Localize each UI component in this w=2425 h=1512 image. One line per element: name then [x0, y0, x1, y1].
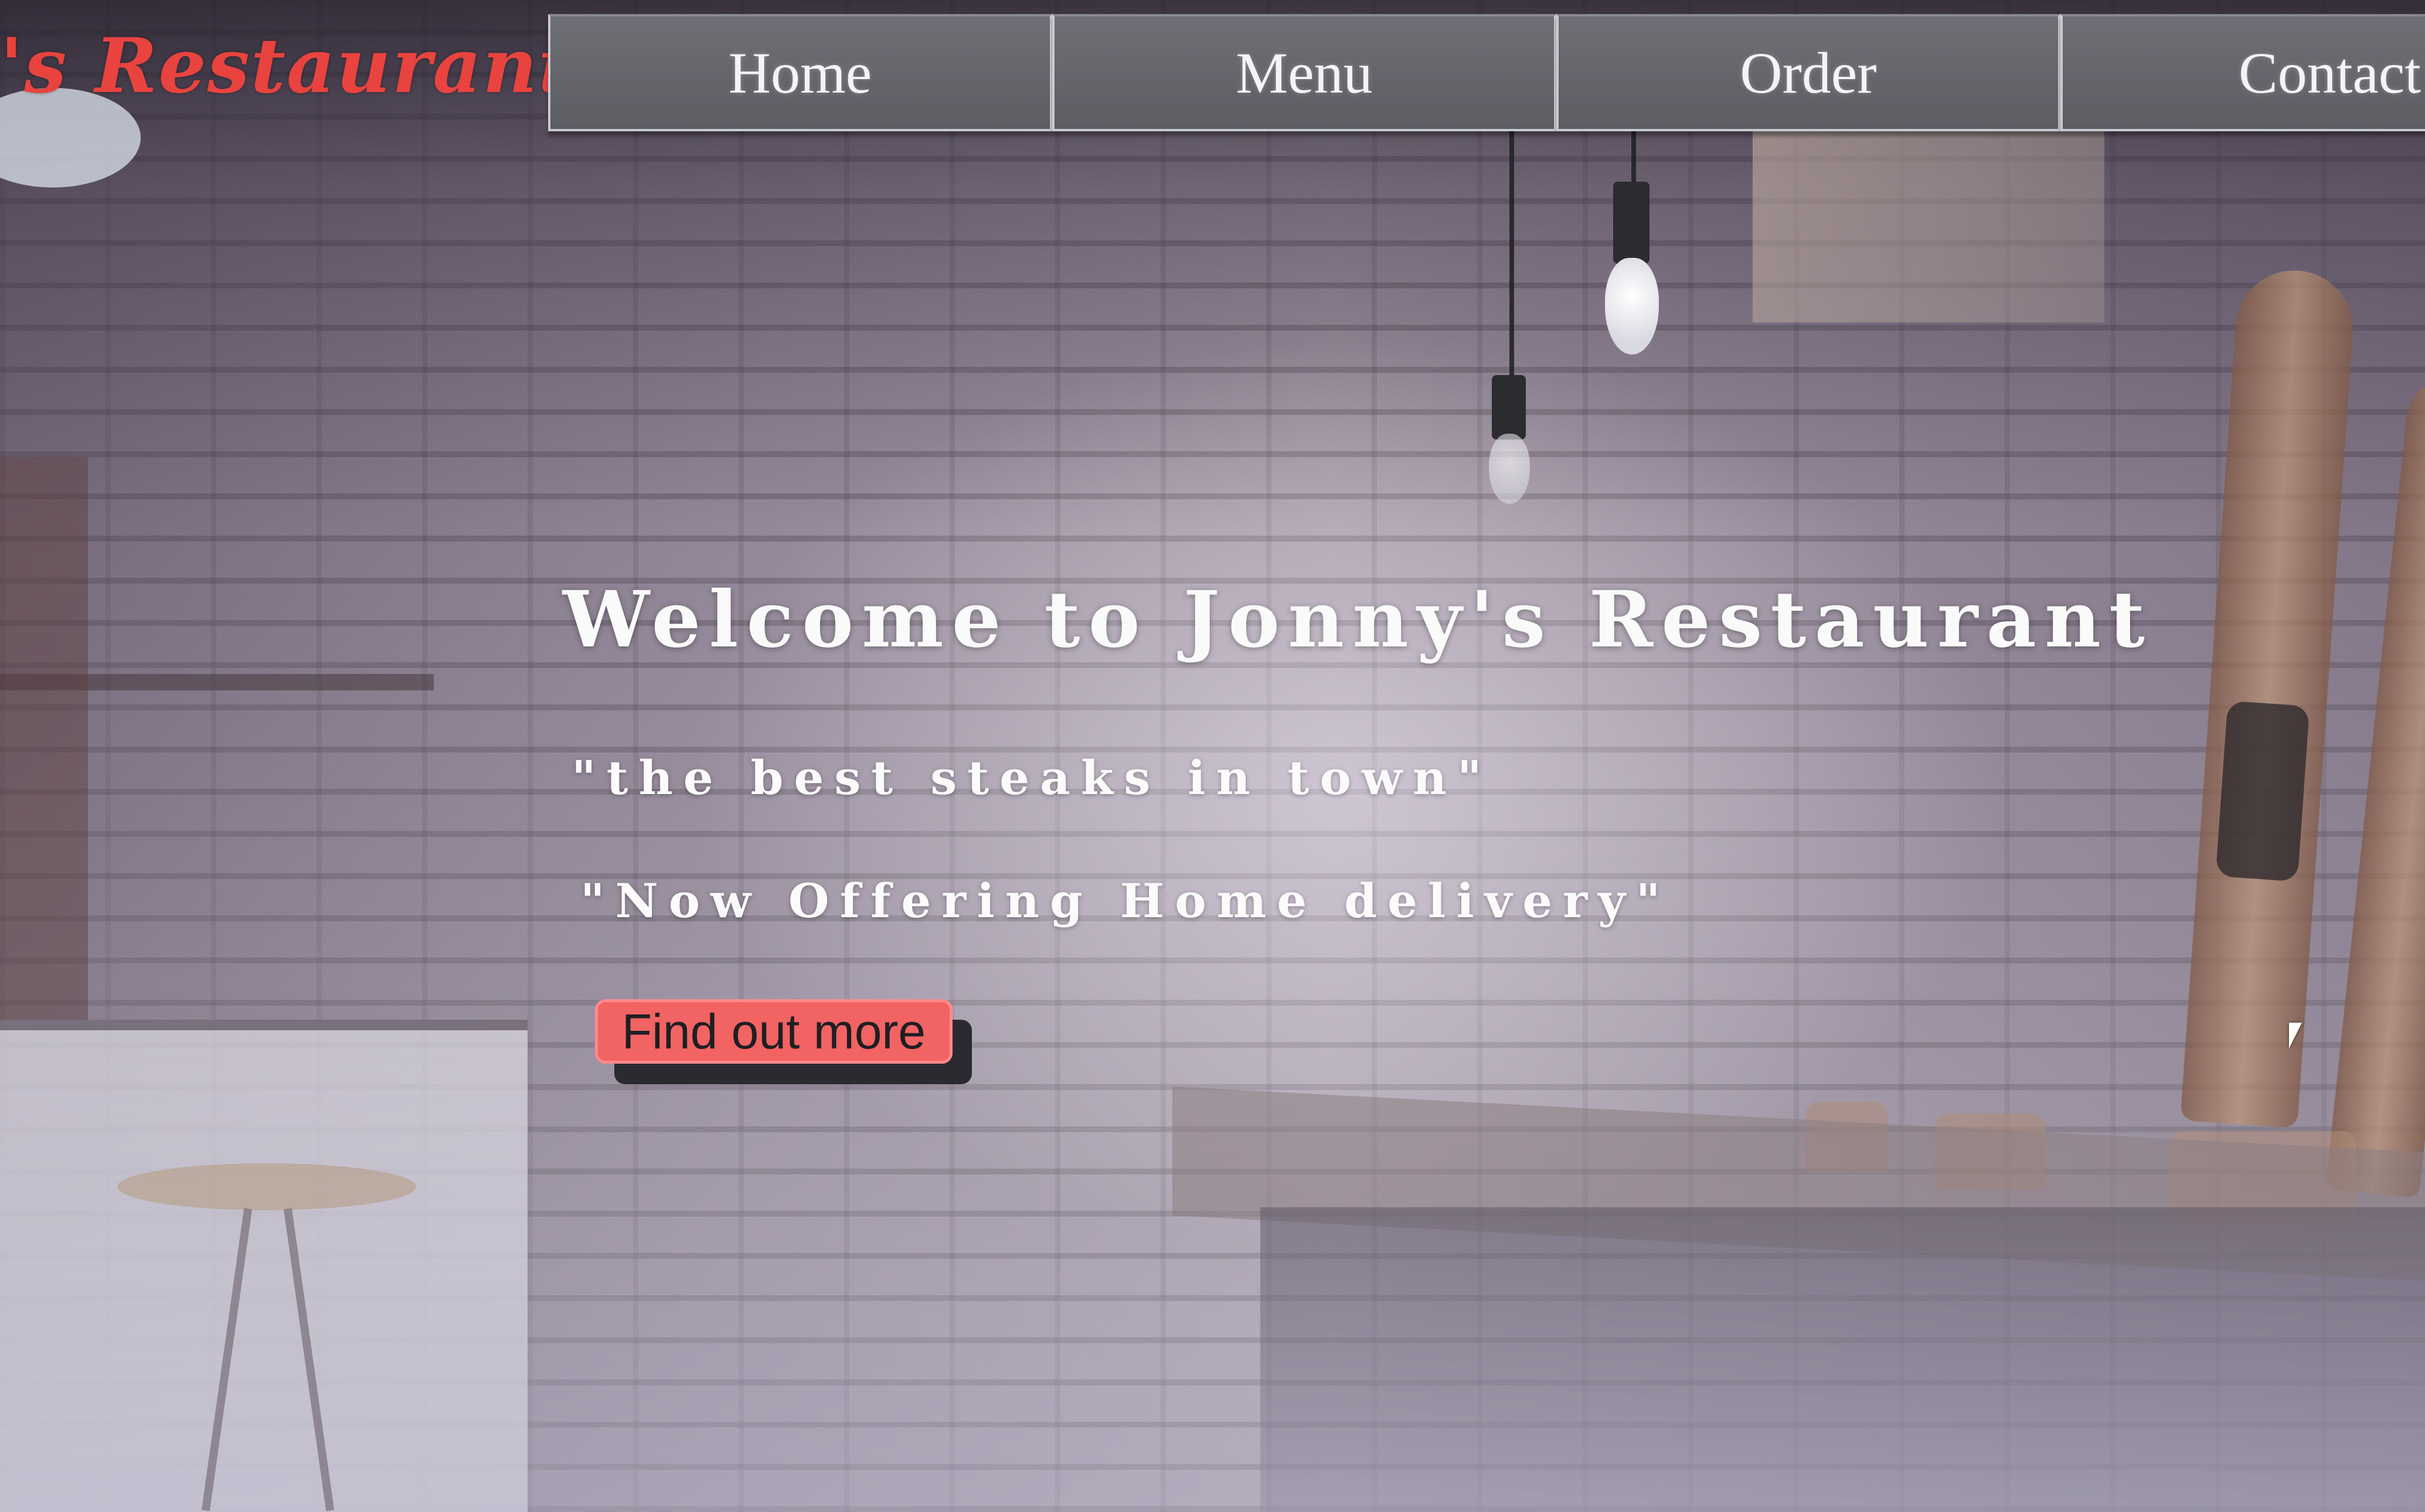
table-front-decoration — [1260, 1207, 2425, 1512]
nav-item-home[interactable]: Home — [548, 14, 1052, 131]
light-bulb-icon — [1489, 434, 1530, 504]
hero-announcement: "Now Offering Home delivery" — [580, 873, 1671, 928]
nav-item-contact[interactable]: Contact — [2060, 14, 2425, 131]
hero-title: Welcome to Jonny's Restaurant — [563, 574, 2153, 665]
water-ski-decoration — [2180, 266, 2357, 1129]
nav-item-order[interactable]: Order — [1556, 14, 2060, 131]
counter-decoration — [0, 1020, 528, 1512]
main-navigation: Home Menu Order Contact — [548, 14, 2425, 131]
bulb-cord-decoration — [1509, 123, 1514, 381]
chair-back-decoration — [0, 457, 88, 1020]
stool-decoration — [117, 1163, 416, 1210]
bulb-cord-decoration — [1631, 123, 1636, 188]
ski-binding-decoration — [2215, 700, 2310, 882]
hero-tagline: "the best steaks in town" — [572, 750, 1492, 805]
light-bulb-icon — [1605, 258, 1659, 355]
restaurant-homepage: 's Restaurant Home Menu Order Contact We… — [0, 0, 2425, 1512]
bulb-socket-decoration — [1613, 182, 1649, 264]
bulb-socket-decoration — [1492, 375, 1526, 440]
mouse-pointer-icon — [2289, 1023, 2302, 1048]
nav-item-menu[interactable]: Menu — [1052, 14, 1556, 131]
find-out-more-button[interactable]: Find out more — [595, 999, 953, 1064]
brand-logo-text[interactable]: 's Restaurant — [0, 22, 574, 110]
